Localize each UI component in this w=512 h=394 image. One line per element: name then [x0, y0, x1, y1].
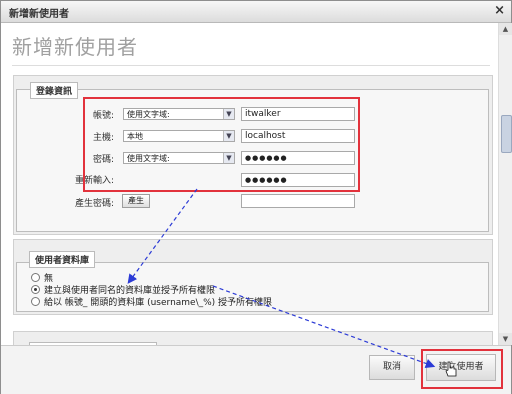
add-user-dialog: 新增新使用者 × 新增新使用者 ▲ ▼ 登錄資訊 帳號: 使用文字域: ▼ it… [0, 0, 512, 394]
cursor-hand-icon [445, 361, 457, 377]
arrow-database-to-create [212, 285, 436, 369]
annotation-arrows [127, 188, 436, 369]
arrow-login-to-database [127, 188, 198, 284]
